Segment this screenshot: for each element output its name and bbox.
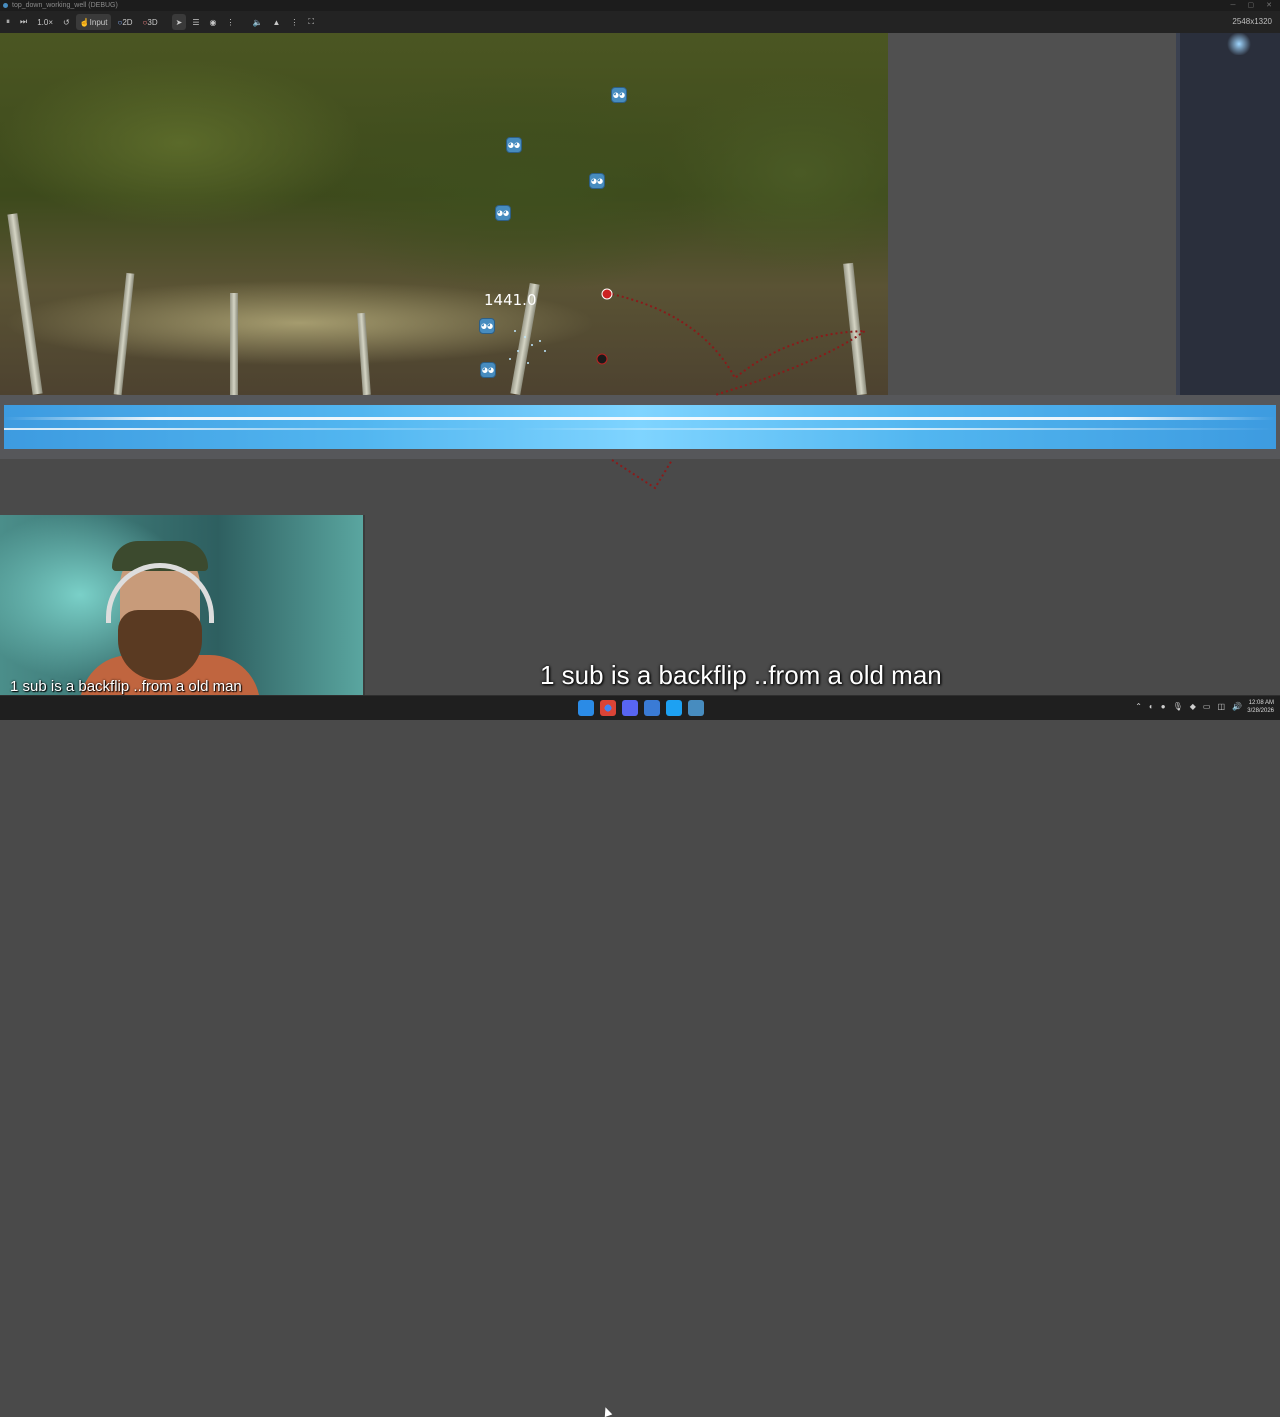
mode-2d-label: 2D <box>122 17 133 27</box>
particle-sparkles <box>509 330 546 364</box>
pause-icon[interactable]: ⏸ <box>2 14 14 30</box>
game-debug-toolbar: ⏸ ⏭ 1.0× ↺ ☝ Input ○ 2D ○ 3D ➤ ☰ ◉ ⋮ 🔈 ▲… <box>0 11 1280 33</box>
taskbar-clock[interactable]: 12:08 AM 3/28/2026 <box>1247 699 1274 715</box>
fullscreen-icon[interactable]: ⛶ <box>304 14 318 30</box>
display-icon[interactable]: ▭ <box>1203 702 1211 711</box>
webcam-overlay: 1 sub is a backflip ..from a old man <box>0 515 365 695</box>
window-controls: ─ ▢ ✕ <box>1231 0 1272 11</box>
taskbar-apps <box>578 700 704 716</box>
tray-app-icon[interactable]: ◐ <box>1149 702 1154 711</box>
trajectory-path <box>611 459 673 490</box>
clock-time: 12:08 AM <box>1248 700 1274 706</box>
mode-3d-button[interactable]: ○ 3D <box>139 14 162 30</box>
mode-3d-label: 3D <box>147 17 158 27</box>
reset-icon[interactable]: ↺ <box>59 14 74 30</box>
clock-date: 3/28/2026 <box>1247 708 1274 714</box>
edge-icon[interactable] <box>666 700 682 716</box>
tray-app-icon[interactable]: ● <box>1161 702 1166 711</box>
start-menu-icon[interactable] <box>578 700 594 716</box>
trajectory-path <box>606 292 869 396</box>
mouse-cursor <box>601 1405 613 1417</box>
godot-app-icon <box>3 3 8 8</box>
stream-caption: 1 sub is a backflip ..from a old man <box>540 660 942 690</box>
resolution-readout: 2548x1320 <box>1232 17 1272 26</box>
webcam-caption: 1 sub is a backflip ..from a old man <box>10 678 242 695</box>
chevron-up-icon[interactable]: ⌃ <box>1135 702 1142 711</box>
input-label: Input <box>89 17 108 27</box>
mode-2d-button[interactable]: ○ 2D <box>113 14 136 30</box>
step-icon[interactable]: ⏭ <box>16 14 31 30</box>
discord-icon[interactable] <box>622 700 638 716</box>
list-select-icon[interactable]: ☰ <box>188 14 203 30</box>
camera-options-icon[interactable]: ⋮ <box>286 14 302 30</box>
file-explorer-icon[interactable] <box>644 700 660 716</box>
network-icon[interactable]: ◫ <box>1217 702 1225 711</box>
visibility-icon[interactable]: ◉ <box>206 14 221 30</box>
maximize-button[interactable]: ▢ <box>1248 0 1255 11</box>
player-ball <box>596 353 608 365</box>
input-icon: ☝ <box>79 17 90 27</box>
input-toggle[interactable]: ☝ Input <box>75 14 112 30</box>
more-options-icon[interactable]: ⋮ <box>222 14 238 30</box>
camera-icon[interactable]: ▲ <box>268 14 284 30</box>
audio-icon[interactable]: 🔈 <box>248 14 266 30</box>
select-tool-icon[interactable]: ➤ <box>171 14 187 30</box>
close-button[interactable]: ✕ <box>1266 0 1272 11</box>
chrome-icon[interactable] <box>600 700 616 716</box>
aim-marker-icon <box>601 288 613 300</box>
minimize-button[interactable]: ─ <box>1231 0 1236 11</box>
godot-taskbar-icon[interactable] <box>688 700 704 716</box>
os-taskbar: ⌃ ◐ ● 🎙 ◆ ▭ ◫ 🔊 12:08 AM 3/28/2026 <box>0 695 1280 1417</box>
window-titlebar: top_down_working_well (DEBUG) ─ ▢ ✕ <box>0 0 1280 11</box>
system-tray: ⌃ ◐ ● 🎙 ◆ ▭ ◫ 🔊 <box>1135 702 1242 711</box>
window-title: top_down_working_well (DEBUG) <box>12 2 118 9</box>
microphone-icon[interactable]: 🎙 <box>1173 702 1183 711</box>
zoom-selector[interactable]: 1.0× <box>33 14 57 30</box>
volume-icon[interactable]: 🔊 <box>1232 702 1242 711</box>
tray-app-icon[interactable]: ◆ <box>1190 702 1196 711</box>
